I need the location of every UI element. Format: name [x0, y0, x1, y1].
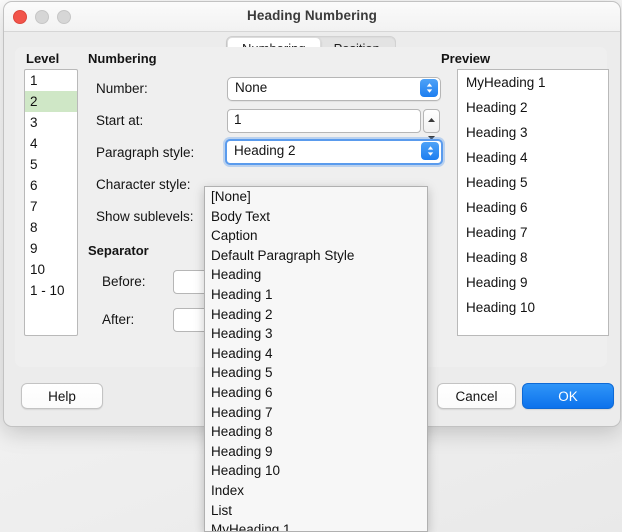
level-list-item[interactable]: 8 — [25, 217, 77, 238]
level-list-item[interactable]: 7 — [25, 196, 77, 217]
dropdown-item[interactable]: [None] — [205, 187, 427, 207]
dropdown-item[interactable]: Default Paragraph Style — [205, 246, 427, 266]
separator-before-label: Before: — [102, 274, 146, 289]
preview-row: Heading 4 — [466, 150, 528, 165]
level-list-item[interactable]: 1 — [25, 70, 77, 91]
chevron-updown-icon — [421, 142, 439, 160]
window-title: Heading Numbering — [247, 8, 377, 23]
numbering-section-title: Numbering — [88, 51, 157, 66]
start-at-label: Start at: — [96, 113, 144, 128]
dropdown-item[interactable]: Heading 1 — [205, 285, 427, 305]
dropdown-item[interactable]: Heading 9 — [205, 442, 427, 462]
paragraph-style-dropdown-list[interactable]: [None] Body Text Caption Default Paragra… — [204, 186, 428, 532]
dropdown-item[interactable]: Caption — [205, 226, 427, 246]
dropdown-item[interactable]: Heading 8 — [205, 422, 427, 442]
help-button[interactable]: Help — [21, 383, 103, 409]
dropdown-item[interactable]: Heading 3 — [205, 324, 427, 344]
dropdown-item[interactable]: Heading 10 — [205, 461, 427, 481]
preview-row: Heading 8 — [466, 250, 528, 265]
number-select-value: None — [235, 80, 268, 95]
preview-row: MyHeading 1 — [466, 75, 546, 90]
dropdown-item[interactable]: MyHeading 1 — [205, 520, 427, 531]
title-bar: Heading Numbering — [4, 2, 620, 32]
separator-section-title: Separator — [88, 243, 149, 258]
start-at-value: 1 — [234, 112, 242, 127]
number-label: Number: — [96, 81, 148, 96]
paragraph-style-select-value: Heading 2 — [234, 143, 296, 158]
preview-row: Heading 7 — [466, 225, 528, 240]
separator-after-label: After: — [102, 312, 135, 327]
paragraph-style-label: Paragraph style: — [96, 145, 195, 160]
dropdown-item[interactable]: Index — [205, 481, 427, 501]
show-sublevels-label: Show sublevels: — [96, 209, 194, 224]
dropdown-item[interactable]: Heading 2 — [205, 305, 427, 325]
paragraph-style-select[interactable]: Heading 2 — [225, 139, 443, 165]
dropdown-item[interactable]: Heading 7 — [205, 403, 427, 423]
dropdown-item[interactable]: Heading 5 — [205, 363, 427, 383]
preview-row: Heading 6 — [466, 200, 528, 215]
ok-button[interactable]: OK — [522, 383, 614, 409]
level-list-item[interactable]: 9 — [25, 238, 77, 259]
preview-row: Heading 2 — [466, 100, 528, 115]
level-section-title: Level — [26, 51, 60, 66]
level-list-item[interactable]: 5 — [25, 154, 77, 175]
start-at-stepper[interactable] — [423, 109, 440, 140]
dropdown-item[interactable]: Heading 6 — [205, 383, 427, 403]
preview-row: Heading 3 — [466, 125, 528, 140]
level-list-item[interactable]: 2 — [25, 91, 77, 112]
level-list-item[interactable]: 10 — [25, 259, 77, 280]
level-list-item[interactable]: 6 — [25, 175, 77, 196]
preview-row: Heading 10 — [466, 300, 536, 315]
chevron-updown-icon — [420, 79, 438, 97]
dropdown-item[interactable]: Heading 4 — [205, 344, 427, 364]
level-list-item[interactable]: 1 - 10 — [25, 280, 77, 301]
start-at-input[interactable]: 1 — [227, 109, 421, 133]
dropdown-item[interactable]: List — [205, 501, 427, 521]
number-select[interactable]: None — [227, 77, 441, 101]
cancel-button[interactable]: Cancel — [437, 383, 516, 409]
level-list-item[interactable]: 4 — [25, 133, 77, 154]
level-list-item[interactable]: 3 — [25, 112, 77, 133]
level-list[interactable]: 1 2 3 4 5 6 7 8 9 10 1 - 10 — [24, 69, 78, 336]
preview-row: Heading 9 — [466, 275, 528, 290]
dropdown-item[interactable]: Heading — [205, 265, 427, 285]
preview-row: Heading 5 — [466, 175, 528, 190]
preview-section-title: Preview — [441, 51, 491, 66]
dropdown-item[interactable]: Body Text — [205, 207, 427, 227]
character-style-label: Character style: — [96, 177, 191, 192]
chevron-up-icon[interactable] — [427, 110, 436, 128]
preview-box: MyHeading 1 Heading 2 Heading 3 Heading … — [457, 69, 609, 336]
